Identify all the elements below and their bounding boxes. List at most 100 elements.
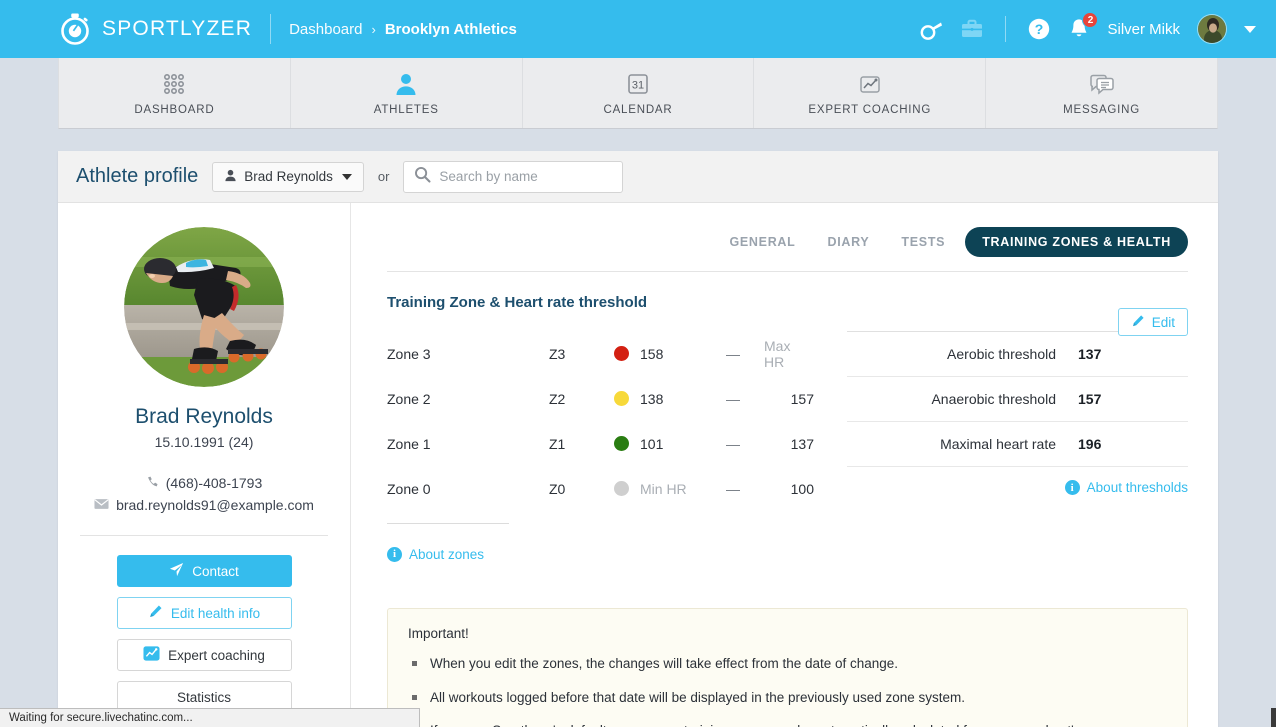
breadcrumb-current[interactable]: Brooklyn Athletics — [385, 21, 517, 38]
person-icon — [224, 169, 237, 185]
expert-coaching-button[interactable]: Expert coaching — [116, 639, 292, 671]
statistics-label: Statistics — [176, 689, 231, 705]
chevron-down-icon[interactable] — [1244, 25, 1256, 33]
training-zones-table: Zone 3 Z3 158 — Max HR Zone 2 Z2 138 — 1… — [387, 331, 837, 562]
zone-range-dash: — — [726, 435, 740, 452]
important-title: Important! — [408, 626, 469, 641]
edit-health-info-button[interactable]: Edit health info — [116, 597, 292, 629]
breadcrumb: Dashboard › Brooklyn Athletics — [289, 21, 517, 38]
zone-low-cell: 158 — [614, 346, 702, 362]
athlete-dob: 15.10.1991 (24) — [154, 434, 254, 450]
threshold-value: 137 — [1078, 346, 1102, 362]
nav-item-dashboard[interactable]: DASHBOARD — [59, 58, 291, 128]
info-icon: i — [1064, 480, 1080, 495]
search-input[interactable] — [439, 169, 613, 184]
zone-code: Z2 — [549, 390, 566, 407]
table-row: Anaerobic threshold 157 — [847, 377, 1188, 422]
edit-health-info-label: Edit health info — [170, 605, 261, 621]
help-circle-icon[interactable]: ? — [1027, 17, 1051, 41]
athlete-selector-dropdown[interactable]: Brad Reynolds — [212, 161, 364, 192]
athlete-email: brad.reynolds91@example.com — [116, 497, 314, 513]
breadcrumb-dashboard[interactable]: Dashboard — [289, 21, 362, 38]
table-row: Maximal heart rate 196 — [847, 422, 1188, 467]
brand-logo-group[interactable]: SPORTLYZER — [58, 12, 252, 46]
nav-item-athletes[interactable]: ATHLETES — [291, 58, 523, 128]
main-nav-wrapper: DASHBOARD ATHLETES 31 CALENDAR EXPERT CO… — [0, 58, 1276, 129]
card-body: Brad Reynolds 15.10.1991 (24) (468)-408-… — [58, 203, 1218, 727]
page-title: Athlete profile — [76, 165, 199, 187]
zone-low-cell: Min HR — [614, 481, 702, 497]
important-list: When you edit the zones, the changes wil… — [408, 655, 1167, 727]
nav-label-dashboard: DASHBOARD — [134, 103, 215, 116]
athlete-phone: (468)-408-1793 — [165, 475, 263, 491]
zone-range-dash: — — [726, 390, 740, 407]
athlete-photo — [124, 227, 284, 387]
list-item: When you edit the zones, the changes wil… — [408, 655, 1167, 673]
edit-zones-label: Edit — [1151, 314, 1175, 330]
list-item: If you use Sportlyzer's default zones, y… — [408, 722, 1167, 727]
person-icon — [393, 71, 419, 97]
about-thresholds-link[interactable]: i About thresholds — [1064, 480, 1188, 495]
chevron-down-icon — [341, 173, 352, 180]
athlete-email-row: brad.reynolds91@example.com — [94, 497, 314, 513]
table-row: Zone 3 Z3 158 — Max HR — [387, 331, 837, 376]
zone-color-dot — [614, 436, 629, 451]
notification-badge: 2 — [1082, 12, 1099, 28]
table-row: Aerobic threshold 137 — [847, 332, 1188, 377]
notifications-bell[interactable]: 2 — [1068, 12, 1099, 41]
header-divider-2 — [1005, 16, 1007, 42]
edit-zones-button[interactable]: Edit — [1117, 308, 1188, 336]
zone-name: Zone 3 — [387, 345, 431, 362]
table-row: Zone 2 Z2 138 — 157 — [387, 376, 837, 421]
nav-label-expert-coaching: EXPERT COACHING — [808, 103, 932, 116]
zones-table-divider — [387, 523, 509, 524]
tab-general[interactable]: GENERAL — [717, 228, 807, 256]
nav-item-calendar[interactable]: 31 CALENDAR — [523, 58, 755, 128]
zone-code: Z0 — [549, 480, 566, 497]
avatar[interactable] — [1197, 14, 1227, 44]
nav-label-athletes: ATHLETES — [373, 103, 439, 116]
tab-tests[interactable]: TESTS — [889, 228, 957, 256]
pencil-icon — [148, 604, 163, 622]
zone-high-value: 100 — [790, 480, 814, 497]
about-zones-link[interactable]: i About zones — [387, 544, 837, 562]
athlete-selector-label: Brad Reynolds — [244, 169, 333, 184]
tab-diary[interactable]: DIARY — [815, 228, 881, 256]
zone-low-cell: 101 — [614, 436, 702, 452]
nav-item-messaging[interactable]: MESSAGING — [986, 58, 1217, 128]
tab-training-zones-health[interactable]: TRAINING ZONES & HEALTH — [965, 227, 1188, 257]
about-zones-label: About zones — [409, 546, 485, 562]
svg-text:31: 31 — [632, 79, 644, 91]
important-notice-box: Important! When you edit the zones, the … — [387, 608, 1188, 727]
status-text: Waiting for secure.livechatinc.com... — [9, 712, 193, 724]
scrollbar-thumb[interactable] — [1271, 708, 1276, 727]
search-box[interactable] — [403, 160, 624, 193]
about-thresholds-label: About thresholds — [1086, 480, 1188, 495]
user-name[interactable]: Silver Mikk — [1107, 21, 1180, 38]
athlete-profile-card: Athlete profile Brad Reynolds or Search … — [58, 151, 1218, 727]
chart-line-icon — [857, 71, 883, 97]
threshold-value: 157 — [1078, 391, 1102, 407]
contact-button-label: Contact — [192, 563, 239, 579]
briefcase-icon[interactable] — [960, 17, 984, 41]
contact-button[interactable]: Contact — [116, 555, 292, 587]
info-icon: i — [387, 546, 402, 562]
zone-color-dot — [614, 481, 629, 496]
thresholds-table: Aerobic threshold 137 Anaerobic threshol… — [837, 331, 1188, 562]
nav-item-expert-coaching[interactable]: EXPERT COACHING — [754, 58, 987, 128]
chart-line-icon — [143, 645, 160, 665]
zone-range-dash: — — [726, 480, 740, 497]
zone-high-value: 157 — [790, 390, 814, 407]
grid-icon — [161, 71, 187, 97]
browser-status-bar: Waiting for secure.livechatinc.com... — [0, 708, 420, 727]
threshold-value: 196 — [1078, 436, 1102, 452]
zone-code: Z3 — [549, 345, 566, 362]
nav-label-messaging: MESSAGING — [1063, 103, 1141, 116]
zone-high-value: Max HR — [764, 337, 791, 370]
zone-name: Zone 0 — [387, 480, 431, 497]
zone-low-cell: 138 — [614, 391, 702, 407]
zone-low-value: 138 — [640, 390, 664, 407]
whistle-icon[interactable] — [919, 17, 943, 41]
zone-low-value: 158 — [640, 345, 664, 362]
zones-section-header: Training Zone & Heart rate threshold Edi… — [387, 294, 1188, 336]
